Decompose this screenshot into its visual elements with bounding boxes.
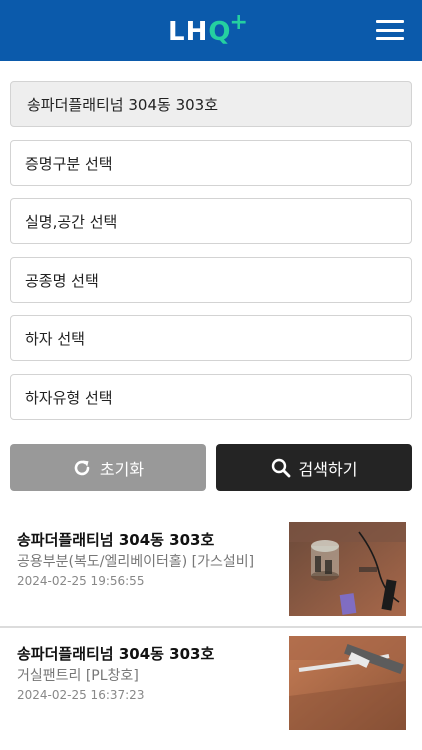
reset-button-label: 초기화 — [99, 459, 145, 479]
menu-line — [376, 28, 404, 32]
search-button[interactable]: 검색하기 — [216, 444, 412, 491]
app-header: LH Q + — [0, 0, 422, 61]
menu-line — [376, 20, 404, 23]
defect-select[interactable]: 하자 선택 — [10, 315, 412, 361]
result-date: 2024-02-25 19:56:55 — [17, 574, 145, 588]
result-item[interactable]: 송파더플래티넘 304동 303호 공용부분(복도/엘리베이터홀) [가스설비]… — [0, 522, 422, 632]
result-title: 송파더플래티넘 304동 303호 — [17, 531, 215, 549]
work-type-select[interactable]: 공종명 선택 — [10, 257, 412, 303]
unit-field: 송파더플래티넘 304동 303호 — [10, 81, 412, 127]
lhq-logo[interactable]: LH Q + — [168, 10, 250, 48]
room-space-select[interactable]: 실명,공간 선택 — [10, 198, 412, 244]
reset-button[interactable]: 초기화 — [10, 444, 206, 491]
refresh-icon — [74, 460, 90, 475]
hamburger-menu-icon[interactable] — [376, 20, 404, 40]
result-location: 공용부분(복도/엘리베이터홀) [가스설비] — [17, 554, 255, 570]
result-location: 거실팬트리 [PL창호] — [17, 668, 139, 684]
logo-text-q: Q — [208, 17, 232, 47]
thumbnail-image — [289, 636, 406, 730]
menu-line — [376, 37, 404, 40]
photo-thumbnail[interactable] — [289, 522, 406, 616]
search-icon — [271, 458, 290, 477]
photo-thumbnail[interactable] — [289, 636, 406, 730]
thumbnail-image — [289, 522, 406, 616]
result-item[interactable]: 송파더플래티넘 304동 303호 거실팬트리 [PL창호] 2024-02-2… — [0, 636, 422, 746]
result-date: 2024-02-25 16:37:23 — [17, 688, 145, 702]
result-title: 송파더플래티넘 304동 303호 — [17, 645, 215, 663]
logo-plus: + — [229, 10, 248, 35]
defect-type-select[interactable]: 하자유형 선택 — [10, 374, 412, 420]
result-divider — [0, 626, 422, 628]
search-button-label: 검색하기 — [298, 459, 358, 479]
cert-type-select[interactable]: 증명구분 선택 — [10, 140, 412, 186]
logo-text-lh: LH — [168, 17, 209, 47]
